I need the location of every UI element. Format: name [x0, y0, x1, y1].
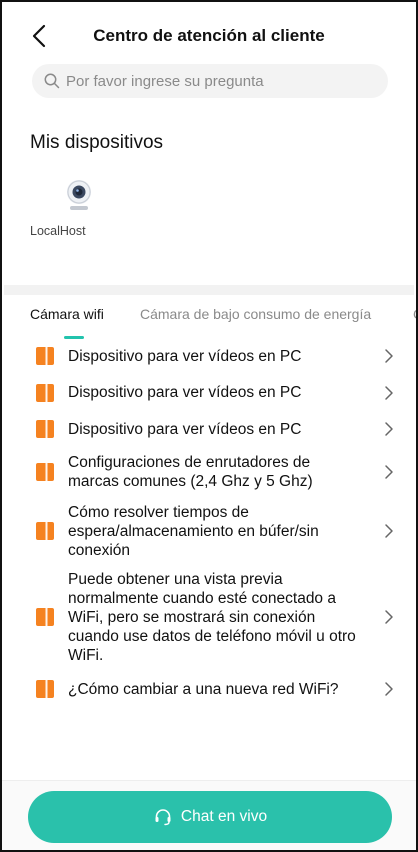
document-icon: [36, 522, 54, 540]
faq-item-label: Cómo resolver tiempos de espera/almacena…: [68, 503, 319, 559]
screen: Centro de atención al cliente Mis dispos…: [0, 0, 418, 852]
faq-item-label: Configuraciones de enrutadores de marcas…: [68, 454, 313, 490]
live-chat-label: Chat en vivo: [180, 808, 268, 825]
faq-item[interactable]: Configuraciones de enrutadores de marcas…: [2, 447, 416, 497]
chevron-right-icon: [385, 385, 393, 400]
page-title: Centro de atención al cliente: [93, 26, 325, 45]
header: Centro de atención al cliente: [2, 16, 416, 56]
faq-item-label: Puede obtener una vista previa normalmen…: [68, 570, 356, 664]
document-icon: [36, 420, 54, 438]
document-icon: [36, 347, 54, 365]
faq-list: Dispositivo para ver vídeos en PC Dispos…: [2, 338, 416, 709]
device-card[interactable]: LocalHost: [30, 176, 130, 246]
faq-item-label: Dispositivo para ver vídeos en PC: [68, 384, 302, 401]
faq-item-label: ¿Cómo cambiar a una nueva red WiFi?: [68, 680, 339, 698]
document-icon: [36, 463, 54, 481]
chevron-right-icon: [385, 524, 393, 538]
section-divider: [4, 285, 414, 295]
live-chat-button[interactable]: Chat en vivo: [28, 791, 392, 843]
tab-wifi-camera[interactable]: Cámara wifi: [30, 306, 104, 322]
chevron-right-icon: [385, 610, 393, 624]
faq-item-label: Dispositivo para ver vídeos en PC: [68, 420, 302, 438]
tab-low-power-camera[interactable]: Cámara de bajo consumo de energía: [140, 306, 371, 322]
faq-item[interactable]: ¿Cómo cambiar a una nueva red WiFi?: [2, 669, 416, 709]
document-icon: [36, 608, 54, 626]
device-name: LocalHost: [30, 224, 86, 238]
faq-item[interactable]: Cómo resolver tiempos de espera/almacena…: [2, 497, 416, 565]
chevron-right-icon: [385, 422, 393, 436]
tab-more[interactable]: C: [413, 306, 416, 322]
faq-item-label: Dispositivo para ver vídeos en PC: [68, 347, 302, 365]
faq-item[interactable]: Puede obtener una vista previa normalmen…: [2, 565, 416, 669]
document-icon: [36, 383, 54, 402]
search-box[interactable]: [32, 64, 388, 98]
faq-item[interactable]: Dispositivo para ver vídeos en PC: [2, 411, 416, 447]
webcam-icon: [67, 180, 91, 210]
faq-item[interactable]: Dispositivo para ver vídeos en PC: [2, 338, 416, 374]
chevron-right-icon: [385, 682, 393, 696]
search-input[interactable]: [66, 72, 366, 90]
document-icon: [36, 680, 54, 698]
search-icon: [44, 73, 60, 89]
faq-item[interactable]: Dispositivo para ver vídeos en PC: [2, 374, 416, 411]
chevron-right-icon: [385, 349, 393, 363]
bottom-bar: Chat en vivo: [2, 780, 416, 850]
chevron-right-icon: [385, 465, 393, 479]
headset-icon: [155, 809, 171, 826]
category-tabs: Cámara wifi Cámara de bajo consumo de en…: [30, 306, 416, 342]
devices-section-title: Mis dispositivos: [30, 132, 164, 153]
